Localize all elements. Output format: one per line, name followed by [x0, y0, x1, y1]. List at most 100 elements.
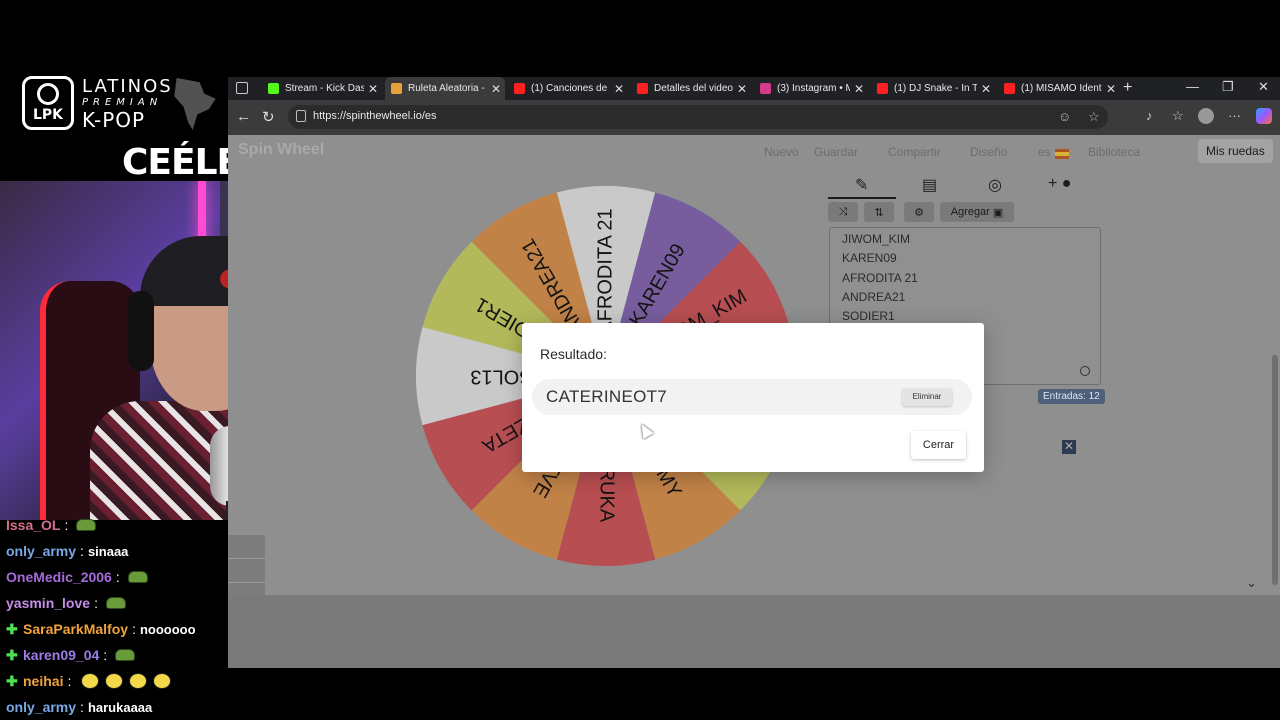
chat-separator: : [103, 647, 108, 663]
result-dialog: Resultado: CATERINEOT7 Eliminar Cerrar [522, 323, 984, 472]
wheel-segment-label: AFRODITA 21 [594, 208, 616, 334]
chat-username[interactable]: OneMedic_2006 [6, 569, 112, 585]
streamer-name: CEÉLE [122, 142, 241, 183]
browser-tab[interactable]: Detalles del video ✕ [631, 77, 751, 100]
result-value: CATERINEOT7 [546, 387, 668, 406]
brand-line-2: PREMIAN [82, 97, 163, 108]
tab-close-icon[interactable]: ✕ [981, 82, 991, 96]
tab-favicon-icon [877, 83, 888, 94]
frog-emote-icon [76, 519, 97, 531]
hide-eye-icon[interactable]: ◎ [988, 175, 1002, 195]
editor-tabs: ✎ ▤ ◎ + ● [828, 175, 1100, 199]
chat-separator: : [132, 621, 136, 637]
tab-close-icon[interactable]: ✕ [368, 82, 378, 96]
add-color-icon[interactable]: + ● [1048, 175, 1071, 193]
back-button[interactable]: ← [236, 108, 251, 125]
lock-icon [296, 110, 306, 122]
chat-separator: : [115, 569, 120, 585]
close-button[interactable]: Cerrar [911, 431, 966, 459]
favorites-icon[interactable]: ☆ [1172, 108, 1184, 124]
tab-title: (1) MISAMO Identi [1021, 83, 1102, 94]
close-window-button[interactable]: ✕ [1258, 79, 1269, 95]
my-wheels-button[interactable]: Mis ruedas [1198, 139, 1273, 163]
headset-left [128, 291, 154, 371]
brand-line-1: LATINOS [82, 76, 173, 97]
site-logo[interactable]: Spin Wheel [238, 141, 324, 159]
menu-compartir[interactable]: Compartir [888, 145, 941, 159]
menu-language[interactable]: es [1038, 145, 1051, 159]
frog-emote-icon [127, 571, 148, 583]
tab-close-icon[interactable]: ✕ [491, 82, 501, 96]
restore-button[interactable]: ❐ [1222, 79, 1234, 95]
browser-tab[interactable]: (1) MISAMO Identi ✕ [998, 77, 1120, 100]
menu-guardar[interactable]: Guardar [814, 145, 858, 159]
entry-line: ANDREA21 [842, 289, 906, 304]
shuffle-button[interactable]: ⤨ [828, 202, 858, 222]
menu-biblioteca[interactable]: Biblioteca [1088, 145, 1140, 159]
more-menu-icon[interactable]: ··· [1228, 108, 1241, 123]
browser-tab[interactable]: (1) Canciones de ✕ [508, 77, 628, 100]
face-emote-icon [129, 673, 148, 689]
page-scrollbar[interactable] [1272, 355, 1278, 585]
lpk-logo: LPK [22, 76, 74, 130]
tab-actions-icon[interactable] [236, 82, 248, 94]
chat-username[interactable]: SaraParkMalfoy [23, 621, 128, 637]
bottom-band [228, 595, 1280, 668]
subscriber-badge-icon: ✚ [6, 673, 18, 689]
entries-count-badge: Entradas: 12 [1038, 389, 1105, 404]
close-square-icon[interactable]: ✕ [1062, 440, 1076, 454]
new-tab-button[interactable]: + [1123, 79, 1132, 97]
entry-line: KAREN09 [842, 251, 897, 266]
browser-tab[interactable]: Ruleta Aleatoria - ✕ [385, 77, 505, 100]
result-box: CATERINEOT7 Eliminar [532, 379, 972, 415]
settings-gear-button[interactable]: ⚙ [904, 202, 934, 222]
url-text: https://spinthewheel.io/es [313, 110, 437, 122]
profile-avatar[interactable] [1198, 108, 1214, 124]
menu-nuevo[interactable]: Nuevo [764, 145, 799, 159]
address-bar[interactable]: https://spinthewheel.io/es ☺ ☆ [288, 105, 1108, 129]
tab-favicon-icon [1004, 83, 1015, 94]
tab-close-icon[interactable]: ✕ [854, 82, 864, 96]
tab-title: Stream - Kick Dash [285, 83, 364, 94]
chat-username[interactable]: only_army [6, 543, 76, 559]
result-title: Resultado: [540, 346, 607, 362]
edit-pencil-icon[interactable]: ✎ [855, 175, 868, 195]
spain-flag-icon [1055, 149, 1069, 159]
browser-tab[interactable]: (3) Instagram • Me ✕ [754, 77, 868, 100]
chat-username[interactable]: Issa_OL [6, 517, 60, 533]
reload-button[interactable]: ↻ [262, 108, 275, 126]
favorite-star-icon[interactable]: ☆ [1088, 109, 1100, 125]
tab-close-icon[interactable]: ✕ [614, 82, 624, 96]
browser-tab[interactable]: Stream - Kick Dash ✕ [262, 77, 382, 100]
active-tab-underline [828, 197, 896, 199]
tab-close-icon[interactable]: ✕ [737, 82, 747, 96]
emoji-icon[interactable] [1080, 366, 1090, 376]
chat-message: OneMedic_2006: [0, 564, 228, 590]
extensions-icon[interactable]: ♪ [1146, 108, 1153, 123]
add-image-button[interactable]: Agregar ▣ [940, 202, 1014, 222]
chat-username[interactable]: karen09_04 [23, 647, 99, 663]
tab-title: Detalles del video [654, 83, 733, 94]
add-label: Agregar [950, 206, 990, 218]
copilot-icon[interactable] [1256, 108, 1272, 124]
browser-tab[interactable]: (1) DJ Snake - In T ✕ [871, 77, 995, 100]
menu-diseno[interactable]: Diseño [970, 145, 1007, 159]
chevron-down-icon[interactable]: ⌄ [1246, 575, 1257, 591]
chat-separator: : [80, 543, 84, 559]
chat-username[interactable]: only_army [6, 699, 76, 715]
tab-bar: Stream - Kick Dash ✕ Ruleta Aleatoria - ✕(… [228, 77, 1280, 100]
tab-favicon-icon [514, 83, 525, 94]
delete-button[interactable]: Eliminar [902, 388, 952, 406]
vinyl-icon [37, 83, 59, 105]
chat-username[interactable]: yasmin_love [6, 595, 90, 611]
results-clipboard-icon[interactable]: ▤ [922, 175, 937, 195]
sort-button[interactable]: ⇅ [864, 202, 894, 222]
minimize-button[interactable]: — [1186, 79, 1199, 94]
chat-message: only_army: sinaaa [0, 538, 228, 564]
tab-favicon-icon [391, 83, 402, 94]
chat-username[interactable]: neihai [23, 673, 63, 689]
chat-text: harukaaaa [87, 699, 153, 715]
reader-icon[interactable]: ☺ [1058, 109, 1071, 124]
tab-title: (3) Instagram • Me [777, 83, 850, 94]
tab-close-icon[interactable]: ✕ [1106, 82, 1116, 96]
